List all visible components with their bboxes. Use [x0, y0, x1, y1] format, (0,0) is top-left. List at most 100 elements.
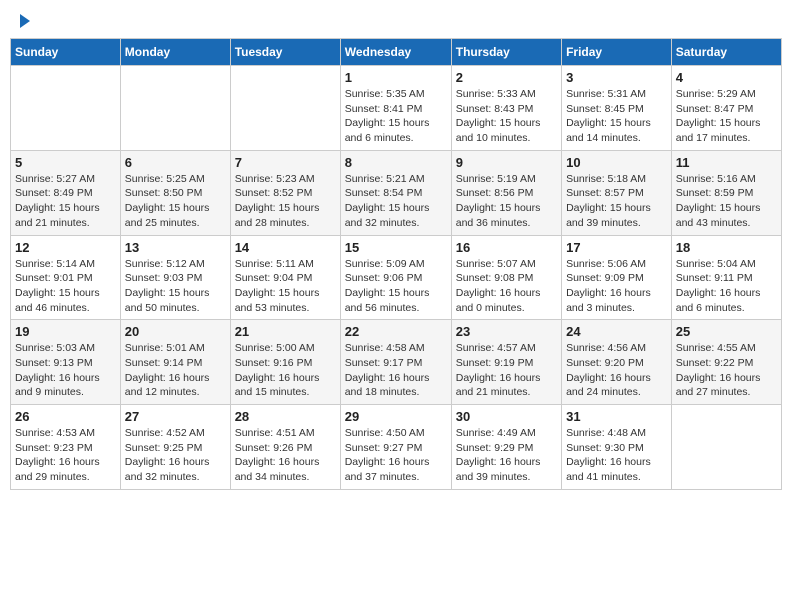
- calendar-body: 1Sunrise: 5:35 AMSunset: 8:41 PMDaylight…: [11, 66, 782, 490]
- day-number: 27: [125, 409, 226, 424]
- day-number: 30: [456, 409, 557, 424]
- day-number: 13: [125, 240, 226, 255]
- weekday-header-cell: Friday: [562, 39, 672, 66]
- calendar-day-cell: 3 Sunrise: 5:31 AMSunset: 8:45 PMDaylight…: [562, 66, 672, 151]
- day-info: Sunrise: 4:48 AMSunset: 9:30 PMDaylight:…: [566, 426, 667, 485]
- day-info: Sunrise: 5:14 AMSunset: 9:01 PMDaylight:…: [15, 257, 116, 316]
- day-info: Sunrise: 5:21 AMSunset: 8:54 PMDaylight:…: [345, 172, 447, 231]
- day-number: 15: [345, 240, 447, 255]
- day-info: Sunrise: 5:29 AMSunset: 8:47 PMDaylight:…: [676, 87, 777, 146]
- day-info: Sunrise: 5:16 AMSunset: 8:59 PMDaylight:…: [676, 172, 777, 231]
- day-info: Sunrise: 5:18 AMSunset: 8:57 PMDaylight:…: [566, 172, 667, 231]
- day-info: Sunrise: 4:49 AMSunset: 9:29 PMDaylight:…: [456, 426, 557, 485]
- calendar-day-cell: 15 Sunrise: 5:09 AMSunset: 9:06 PMDayligh…: [340, 235, 451, 320]
- day-info: Sunrise: 5:25 AMSunset: 8:50 PMDaylight:…: [125, 172, 226, 231]
- logo: [18, 14, 32, 28]
- calendar-day-cell: 1Sunrise: 5:35 AMSunset: 8:41 PMDaylight…: [340, 66, 451, 151]
- day-number: 17: [566, 240, 667, 255]
- calendar-day-cell: 11 Sunrise: 5:16 AMSunset: 8:59 PMDayligh…: [671, 150, 781, 235]
- day-info: Sunrise: 5:12 AMSunset: 9:03 PMDaylight:…: [125, 257, 226, 316]
- day-info: Sunrise: 4:55 AMSunset: 9:22 PMDaylight:…: [676, 341, 777, 400]
- calendar-day-cell: [120, 66, 230, 151]
- calendar-day-cell: 18 Sunrise: 5:04 AMSunset: 9:11 PMDayligh…: [671, 235, 781, 320]
- day-info: Sunrise: 5:04 AMSunset: 9:11 PMDaylight:…: [676, 257, 777, 316]
- calendar-day-cell: 21Sunrise: 5:00 AMSunset: 9:16 PMDayligh…: [230, 320, 340, 405]
- calendar-day-cell: 9 Sunrise: 5:19 AMSunset: 8:56 PMDaylight…: [451, 150, 561, 235]
- day-number: 4: [676, 70, 777, 85]
- calendar-day-cell: [11, 66, 121, 151]
- day-number: 29: [345, 409, 447, 424]
- day-number: 3: [566, 70, 667, 85]
- calendar-day-cell: 14Sunrise: 5:11 AMSunset: 9:04 PMDayligh…: [230, 235, 340, 320]
- day-number: 5: [15, 155, 116, 170]
- calendar-day-cell: 31 Sunrise: 4:48 AMSunset: 9:30 PMDayligh…: [562, 405, 672, 490]
- calendar-day-cell: 17 Sunrise: 5:06 AMSunset: 9:09 PMDayligh…: [562, 235, 672, 320]
- calendar-day-cell: 13 Sunrise: 5:12 AMSunset: 9:03 PMDayligh…: [120, 235, 230, 320]
- weekday-header-cell: Monday: [120, 39, 230, 66]
- day-number: 22: [345, 324, 447, 339]
- day-info: Sunrise: 4:57 AMSunset: 9:19 PMDaylight:…: [456, 341, 557, 400]
- weekday-header-cell: Tuesday: [230, 39, 340, 66]
- page-header: [10, 10, 782, 32]
- weekday-header-cell: Saturday: [671, 39, 781, 66]
- day-number: 19: [15, 324, 116, 339]
- calendar-week-row: 12 Sunrise: 5:14 AMSunset: 9:01 PMDayligh…: [11, 235, 782, 320]
- calendar-day-cell: 6 Sunrise: 5:25 AMSunset: 8:50 PMDaylight…: [120, 150, 230, 235]
- calendar-day-cell: 20 Sunrise: 5:01 AMSunset: 9:14 PMDayligh…: [120, 320, 230, 405]
- day-number: 6: [125, 155, 226, 170]
- day-number: 20: [125, 324, 226, 339]
- calendar-day-cell: 5 Sunrise: 5:27 AMSunset: 8:49 PMDaylight…: [11, 150, 121, 235]
- day-number: 11: [676, 155, 777, 170]
- calendar-day-cell: 8Sunrise: 5:21 AMSunset: 8:54 PMDaylight…: [340, 150, 451, 235]
- day-number: 1: [345, 70, 447, 85]
- day-info: Sunrise: 5:07 AMSunset: 9:08 PMDaylight:…: [456, 257, 557, 316]
- day-info: Sunrise: 4:58 AMSunset: 9:17 PMDaylight:…: [345, 341, 447, 400]
- day-number: 28: [235, 409, 336, 424]
- day-number: 31: [566, 409, 667, 424]
- weekday-header-cell: Thursday: [451, 39, 561, 66]
- calendar-week-row: 19Sunrise: 5:03 AMSunset: 9:13 PMDayligh…: [11, 320, 782, 405]
- calendar-day-cell: [230, 66, 340, 151]
- day-number: 18: [676, 240, 777, 255]
- calendar-week-row: 26Sunrise: 4:53 AMSunset: 9:23 PMDayligh…: [11, 405, 782, 490]
- day-info: Sunrise: 5:27 AMSunset: 8:49 PMDaylight:…: [15, 172, 116, 231]
- day-number: 2: [456, 70, 557, 85]
- day-info: Sunrise: 5:19 AMSunset: 8:56 PMDaylight:…: [456, 172, 557, 231]
- calendar-day-cell: [671, 405, 781, 490]
- logo-triangle-icon: [20, 14, 30, 28]
- day-info: Sunrise: 5:11 AMSunset: 9:04 PMDaylight:…: [235, 257, 336, 316]
- day-number: 10: [566, 155, 667, 170]
- calendar-day-cell: 30 Sunrise: 4:49 AMSunset: 9:29 PMDayligh…: [451, 405, 561, 490]
- day-number: 16: [456, 240, 557, 255]
- calendar-day-cell: 23Sunrise: 4:57 AMSunset: 9:19 PMDayligh…: [451, 320, 561, 405]
- calendar-day-cell: 26Sunrise: 4:53 AMSunset: 9:23 PMDayligh…: [11, 405, 121, 490]
- calendar-day-cell: 25Sunrise: 4:55 AMSunset: 9:22 PMDayligh…: [671, 320, 781, 405]
- calendar-day-cell: 22 Sunrise: 4:58 AMSunset: 9:17 PMDayligh…: [340, 320, 451, 405]
- calendar-day-cell: 16 Sunrise: 5:07 AMSunset: 9:08 PMDayligh…: [451, 235, 561, 320]
- weekday-header-cell: Wednesday: [340, 39, 451, 66]
- day-number: 24: [566, 324, 667, 339]
- calendar-day-cell: 28 Sunrise: 4:51 AMSunset: 9:26 PMDayligh…: [230, 405, 340, 490]
- calendar-week-row: 1Sunrise: 5:35 AMSunset: 8:41 PMDaylight…: [11, 66, 782, 151]
- weekday-header-row: SundayMondayTuesdayWednesdayThursdayFrid…: [11, 39, 782, 66]
- calendar-day-cell: 2Sunrise: 5:33 AMSunset: 8:43 PMDaylight…: [451, 66, 561, 151]
- day-info: Sunrise: 5:01 AMSunset: 9:14 PMDaylight:…: [125, 341, 226, 400]
- day-info: Sunrise: 5:31 AMSunset: 8:45 PMDaylight:…: [566, 87, 667, 146]
- day-info: Sunrise: 4:50 AMSunset: 9:27 PMDaylight:…: [345, 426, 447, 485]
- day-info: Sunrise: 5:23 AMSunset: 8:52 PMDaylight:…: [235, 172, 336, 231]
- calendar-day-cell: 7 Sunrise: 5:23 AMSunset: 8:52 PMDaylight…: [230, 150, 340, 235]
- day-number: 21: [235, 324, 336, 339]
- calendar-day-cell: 12 Sunrise: 5:14 AMSunset: 9:01 PMDayligh…: [11, 235, 121, 320]
- day-info: Sunrise: 4:51 AMSunset: 9:26 PMDaylight:…: [235, 426, 336, 485]
- day-info: Sunrise: 5:09 AMSunset: 9:06 PMDaylight:…: [345, 257, 447, 316]
- day-number: 26: [15, 409, 116, 424]
- calendar-day-cell: 10 Sunrise: 5:18 AMSunset: 8:57 PMDayligh…: [562, 150, 672, 235]
- day-number: 12: [15, 240, 116, 255]
- day-info: Sunrise: 5:06 AMSunset: 9:09 PMDaylight:…: [566, 257, 667, 316]
- day-number: 7: [235, 155, 336, 170]
- calendar-day-cell: 19Sunrise: 5:03 AMSunset: 9:13 PMDayligh…: [11, 320, 121, 405]
- calendar-day-cell: 27Sunrise: 4:52 AMSunset: 9:25 PMDayligh…: [120, 405, 230, 490]
- day-number: 9: [456, 155, 557, 170]
- weekday-header-cell: Sunday: [11, 39, 121, 66]
- calendar-day-cell: 4 Sunrise: 5:29 AMSunset: 8:47 PMDaylight…: [671, 66, 781, 151]
